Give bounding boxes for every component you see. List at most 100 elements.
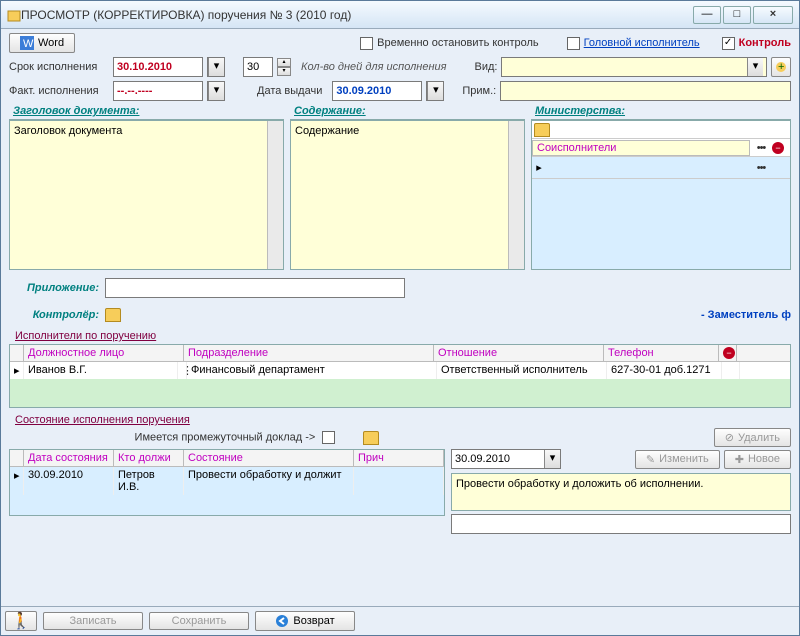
controller-label: Контролёр: [9, 309, 99, 321]
remove-icon[interactable]: − [772, 142, 784, 154]
close-button[interactable]: × [753, 6, 793, 24]
issue-date-input[interactable]: 30.09.2010 [332, 81, 422, 101]
days-spinner[interactable]: ▴▾ [277, 58, 291, 76]
note-input[interactable] [500, 81, 791, 101]
status-grid: Дата состояния Кто должи Состояние Прич … [9, 449, 445, 516]
control-label: Контроль [739, 37, 791, 49]
col-dept[interactable]: Подразделение [184, 345, 434, 361]
ministries-header: Министерства: [531, 105, 791, 120]
controller-value: - Заместитель ф [701, 309, 791, 321]
delete-button[interactable]: ⊘ Удалить [714, 428, 791, 447]
content-header: Содержание: [290, 105, 525, 120]
person-icon: 🚶 [11, 611, 31, 631]
col-status-date[interactable]: Дата состояния [24, 450, 114, 466]
status-date: 30.09.2010 [24, 467, 114, 495]
pause-control-label: Временно остановить контроль [377, 37, 539, 49]
head-executor-link[interactable]: Головной исполнитель [584, 37, 700, 49]
due-date-input[interactable]: 30.10.2010 [113, 57, 203, 77]
word-button[interactable]: W Word [9, 33, 75, 53]
person-button[interactable]: 🚶 [5, 611, 37, 631]
coexec-row-more[interactable]: ••• [757, 162, 766, 174]
add-icon: + [774, 60, 788, 74]
kind-select[interactable]: ▾ [501, 57, 767, 77]
col-person[interactable]: Должностное лицо [24, 345, 184, 361]
forbid-icon: ⊘ [725, 431, 734, 444]
exec-phone: 627-30-01 доб.1271 [607, 362, 722, 379]
issue-date-picker[interactable]: ▾ [426, 81, 444, 101]
due-date-picker[interactable]: ▾ [207, 57, 225, 77]
status-row[interactable]: ▸ 30.09.2010 Петров И.В. Провести обрабо… [10, 467, 444, 495]
col-reason[interactable]: Прич [354, 450, 444, 466]
fact-date-label: Факт. исполнения [9, 85, 109, 97]
delete-label: Удалить [738, 432, 780, 444]
store-button[interactable]: Сохранить [149, 612, 249, 630]
doc-title-scrollbar[interactable] [267, 121, 283, 269]
return-label: Возврат [293, 615, 334, 627]
edit-button[interactable]: ✎ Изменить [635, 450, 720, 469]
coexec-more-button[interactable]: ••• [757, 142, 766, 154]
fact-date-value: --.--.---- [114, 85, 202, 97]
new-button[interactable]: ✚ Новое [724, 450, 791, 469]
status-state: Провести обработку и должит [184, 467, 354, 495]
head-executor-checkbox[interactable] [567, 37, 580, 50]
maximize-button[interactable]: □ [723, 6, 751, 24]
issue-date-label: Дата выдачи [257, 85, 322, 97]
coexecutors-header: Соисполнители [532, 140, 750, 156]
edit-label: Изменить [659, 453, 709, 465]
return-icon [275, 614, 289, 628]
exec-remove-icon[interactable]: − [723, 347, 735, 359]
doc-title-text[interactable]: Заголовок документа [10, 121, 267, 269]
issue-date-value: 30.09.2010 [333, 85, 421, 97]
col-reporter[interactable]: Кто должи [114, 450, 184, 466]
fact-date-input[interactable]: --.--.---- [113, 81, 203, 101]
content-text[interactable]: Содержание [291, 121, 508, 269]
write-label: Записать [69, 615, 116, 627]
return-button[interactable]: Возврат [255, 611, 355, 631]
exec-dept: Финансовый департамент [187, 362, 437, 379]
status-section-header: Состояние исполнения поручения [9, 414, 791, 426]
footer-bar: 🚶 Записать Сохранить Возврат [1, 606, 799, 635]
app-icon [7, 8, 21, 22]
new-label: Новое [748, 453, 780, 465]
svg-text:W: W [23, 38, 34, 50]
store-label: Сохранить [172, 615, 227, 627]
due-date-label: Срок исполнения [9, 61, 109, 73]
col-phone[interactable]: Телефон [604, 345, 719, 361]
note-label: Прим.: [462, 85, 496, 97]
exec-relation: Ответственный исполнитель [437, 362, 607, 379]
status-extra-input[interactable] [451, 514, 791, 534]
executors-section-header: Исполнители по поручению [9, 330, 791, 342]
status-reporter: Петров И.В. [114, 467, 184, 495]
executor-row[interactable]: ▸ Иванов В.Г. ⋮ Финансовый департамент О… [10, 362, 790, 379]
status-folder-icon[interactable] [363, 431, 379, 445]
attachment-label: Приложение: [9, 282, 99, 294]
control-checkbox[interactable] [722, 37, 735, 50]
attachment-input[interactable] [105, 278, 405, 298]
pause-control-checkbox[interactable] [360, 37, 373, 50]
status-note[interactable]: Провести обработку и доложить об исполне… [452, 474, 790, 510]
status-date2-input[interactable]: 30.09.2010 ▾ [451, 449, 561, 469]
title-bar: ПРОСМОТР (КОРРЕКТИРОВКА) поручения № 3 (… [1, 1, 799, 29]
minimize-button[interactable]: — [693, 6, 721, 24]
edit-icon: ✎ [646, 453, 655, 466]
coexec-row[interactable]: ▸ ••• [532, 157, 790, 179]
fact-date-picker[interactable]: ▾ [207, 81, 225, 101]
content-scrollbar[interactable] [508, 121, 524, 269]
controller-folder-icon[interactable] [105, 308, 121, 322]
col-relation[interactable]: Отношение [434, 345, 604, 361]
write-button[interactable]: Записать [43, 612, 143, 630]
executor-empty-row [10, 379, 790, 407]
interim-label: Имеется промежуточный доклад -> [135, 431, 316, 443]
days-input[interactable] [243, 57, 273, 77]
kind-add-button[interactable]: + [771, 57, 791, 77]
svg-text:+: + [778, 61, 784, 73]
folder-icon[interactable] [534, 123, 550, 137]
interim-checkbox[interactable] [322, 431, 335, 444]
col-state[interactable]: Состояние [184, 450, 354, 466]
days-hint: Кол-во дней для исполнения [301, 61, 447, 73]
executors-grid: Должностное лицо Подразделение Отношение… [9, 344, 791, 408]
status-reason [354, 467, 444, 495]
status-date2-value: 30.09.2010 [452, 453, 544, 465]
word-button-label: Word [38, 37, 64, 49]
new-icon: ✚ [735, 453, 744, 466]
